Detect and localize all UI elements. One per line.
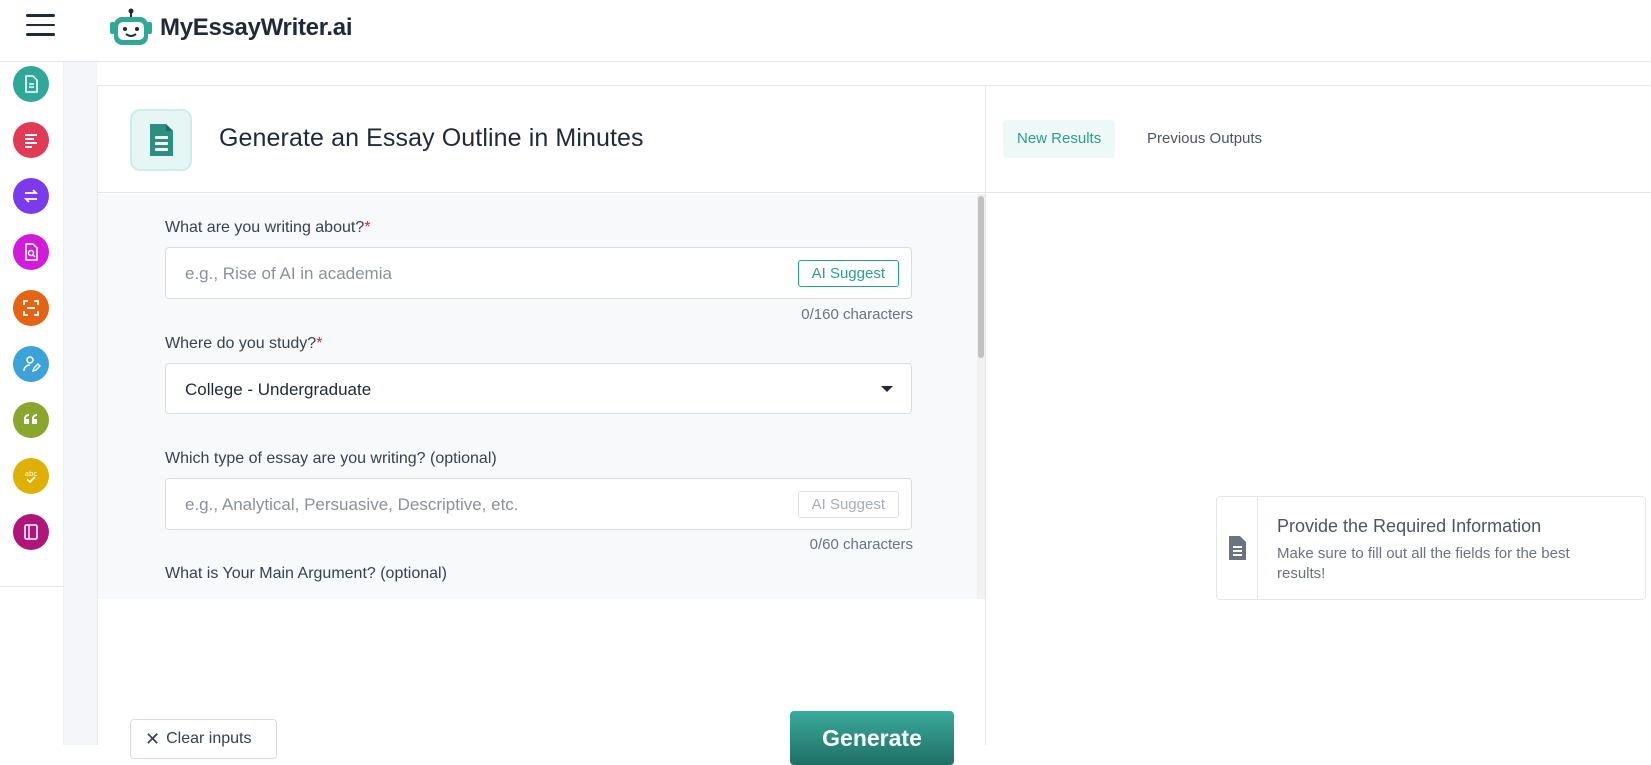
study-level-value: College - Undergraduate	[185, 380, 372, 399]
sidebar-item-document-search[interactable]	[13, 234, 49, 270]
sidebar-item-user-edit[interactable]	[13, 346, 49, 382]
sidebar-item-text[interactable]	[13, 122, 49, 158]
study-label-text: Where do you study?	[165, 335, 317, 352]
document-icon	[1229, 536, 1246, 560]
document-search-icon	[25, 243, 38, 261]
robot-logo-icon	[108, 8, 154, 48]
required-asterisk: *	[316, 335, 323, 352]
empty-state-title: Provide the Required Information	[1277, 516, 1542, 536]
tool-sidebar: abc	[0, 62, 64, 587]
form-scrollbar-thumb[interactable]	[978, 196, 984, 358]
info-icon-column	[1217, 497, 1258, 599]
essay-type-field-label: Which type of essay are you writing? (op…	[165, 450, 497, 467]
topic-field-label: What are you writing about?*	[165, 219, 370, 237]
hamburger-menu-icon[interactable]	[26, 14, 55, 38]
required-asterisk: *	[364, 219, 371, 236]
topic-label-text: What are you writing about?	[165, 219, 365, 236]
document-icon	[25, 75, 38, 93]
input-panel-header: Generate an Essay Outline in Minutes	[98, 86, 985, 193]
essay-type-input[interactable]: e.g., Analytical, Persuasive, Descriptiv…	[165, 478, 912, 530]
svg-text:abc: abc	[25, 470, 38, 478]
clear-inputs-button[interactable]: ✕ Clear inputs	[130, 719, 277, 759]
user-edit-icon	[23, 356, 41, 373]
empty-state-card: Provide the Required Information Make su…	[1216, 496, 1646, 600]
sidebar-item-spell-check[interactable]: abc	[13, 458, 49, 494]
results-panel: New Results Previous Outputs Provide the…	[986, 85, 1651, 745]
empty-state-description: Make sure to fill out all the fields for…	[1277, 545, 1570, 582]
page-gutter	[64, 62, 97, 745]
input-form: What are you writing about?* e.g., Rise …	[98, 194, 985, 599]
sidebar-item-scan-text[interactable]	[13, 290, 49, 326]
sidebar-item-paraphrase[interactable]	[13, 178, 49, 214]
close-icon: ✕	[145, 728, 161, 749]
chevron-down-icon	[881, 386, 893, 392]
input-panel: Generate an Essay Outline in Minutes Wha…	[97, 85, 986, 765]
essay-type-input-placeholder: e.g., Analytical, Persuasive, Descriptiv…	[185, 495, 519, 514]
input-panel-footer: ✕ Clear inputs Generate	[98, 599, 985, 765]
text-lines-icon	[25, 134, 37, 148]
form-scrollbar[interactable]	[977, 194, 985, 599]
quote-icon	[24, 414, 37, 424]
topic-char-counter: 0/160 characters	[801, 306, 913, 323]
essay-type-ai-suggest-button[interactable]: AI Suggest	[797, 491, 899, 518]
paraphrase-icon	[23, 189, 39, 203]
study-level-select[interactable]: College - Undergraduate	[165, 363, 912, 414]
argument-field-label: What is Your Main Argument? (optional)	[165, 565, 447, 582]
clear-inputs-label: Clear inputs	[166, 730, 252, 747]
brand-name: MyEssayWriter.ai	[160, 14, 353, 41]
generate-button[interactable]: Generate	[790, 711, 954, 765]
sidebar-item-notebook[interactable]	[13, 514, 49, 550]
page-title: Generate an Essay Outline in Minutes	[219, 124, 644, 152]
essay-type-char-counter: 0/60 characters	[809, 536, 913, 553]
notebook-icon	[24, 524, 38, 540]
scan-text-icon	[23, 300, 39, 316]
brand-logo[interactable]: MyEssayWriter.ai	[108, 6, 353, 50]
top-header: MyEssayWriter.ai	[0, 0, 1651, 62]
sidebar-empty-area	[0, 587, 64, 745]
tab-new-results[interactable]: New Results	[1003, 120, 1116, 158]
study-field-label: Where do you study?*	[165, 335, 322, 353]
topic-input[interactable]: e.g., Rise of AI in academia AI Suggest	[165, 247, 912, 299]
sidebar-item-quote[interactable]	[13, 402, 49, 438]
topic-ai-suggest-button[interactable]: AI Suggest	[797, 260, 899, 287]
sidebar-item-document[interactable]	[13, 66, 49, 102]
topic-input-placeholder: e.g., Rise of AI in academia	[185, 264, 392, 283]
outline-tool-icon	[130, 109, 192, 171]
results-tabs: New Results Previous Outputs	[986, 86, 1651, 193]
spell-check-icon: abc	[25, 470, 38, 484]
tab-previous-outputs[interactable]: Previous Outputs	[1133, 120, 1276, 158]
